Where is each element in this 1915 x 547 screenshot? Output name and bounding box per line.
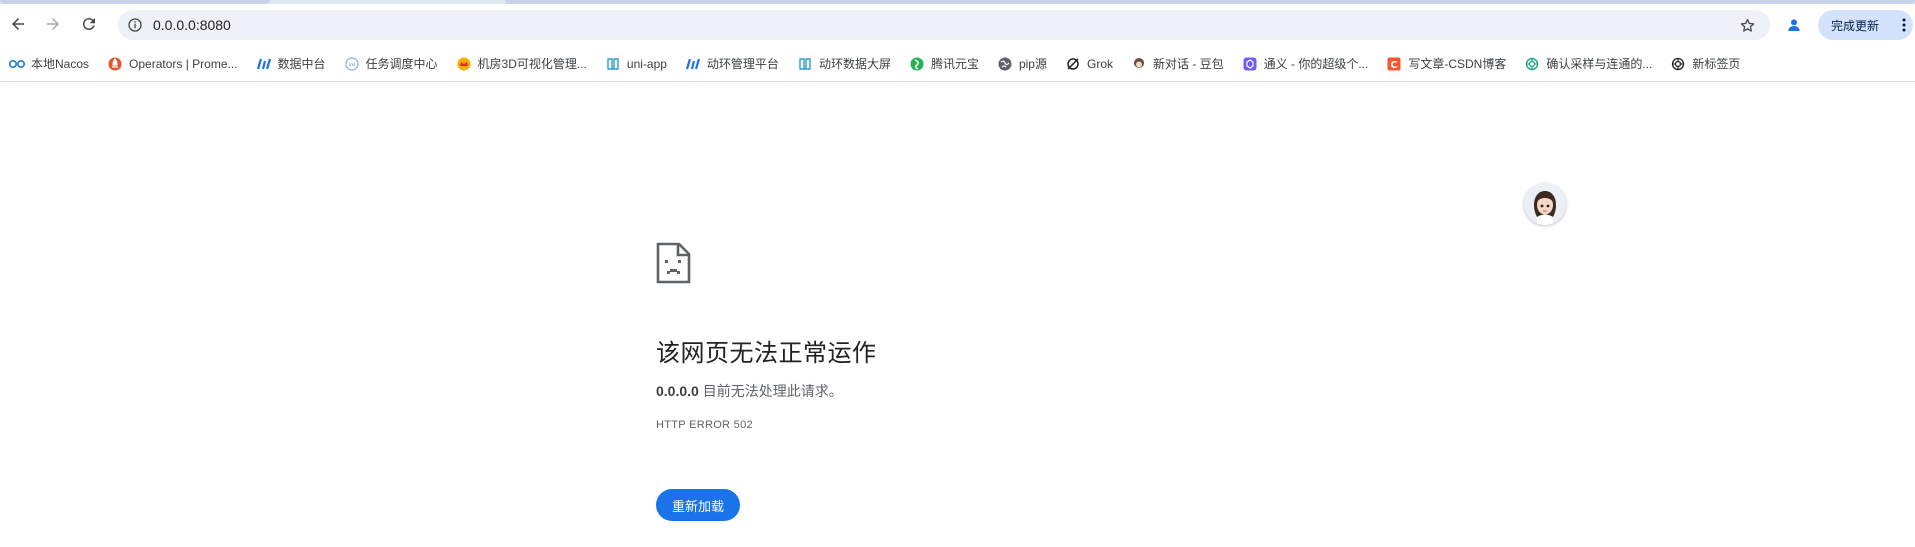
- bookmark-item[interactable]: 确认采样与连通的...: [1522, 51, 1658, 77]
- back-button[interactable]: [6, 12, 30, 36]
- bookmark-label: 新对话 - 豆包: [1153, 57, 1224, 71]
- svg-text:C: C: [1391, 60, 1398, 71]
- bookmark-item[interactable]: 腾讯元宝: [907, 51, 985, 77]
- bookmark-item[interactable]: xxl 任务调度中心: [342, 51, 444, 77]
- reload-button[interactable]: 重新加载: [656, 489, 740, 521]
- bookmark-item[interactable]: Grok: [1063, 51, 1119, 77]
- bookmark-item[interactable]: 通义 - 你的超级个...: [1240, 51, 1375, 77]
- bookmark-item[interactable]: 本地Nacos: [7, 51, 95, 77]
- error-code: HTTP ERROR 502: [656, 419, 753, 431]
- bookmark-item[interactable]: pip源: [995, 51, 1053, 77]
- doubao-icon: [1131, 56, 1147, 72]
- bookmark-item[interactable]: 机房3D可视化管理...: [454, 51, 593, 77]
- openai-icon: [1670, 56, 1686, 72]
- bookmark-item[interactable]: C 写文章-CSDN博客: [1384, 51, 1512, 77]
- bookmark-label: uni-app: [626, 56, 667, 71]
- bookmark-label: 确认采样与连通的...: [1546, 57, 1653, 71]
- bookmark-label: Grok: [1086, 56, 1113, 71]
- reload-toolbar-button[interactable]: [77, 12, 101, 36]
- sad-document-icon: [656, 242, 691, 284]
- error-message: 0.0.0.0 目前无法处理此请求。: [656, 381, 843, 401]
- bookmark-label: 机房3D可视化管理...: [477, 57, 587, 71]
- yuanbao-icon: [909, 56, 925, 72]
- avatar[interactable]: [1524, 183, 1566, 225]
- error-message-text: 目前无法处理此请求。: [698, 383, 843, 399]
- prometheus-icon: [107, 56, 123, 72]
- globe-icon: [997, 56, 1013, 72]
- bookmark-star-icon[interactable]: [1738, 16, 1756, 34]
- bookmark-item[interactable]: 新对话 - 豆包: [1129, 51, 1230, 77]
- bookmark-label: Operators | Prome...: [129, 56, 238, 71]
- crown-icon: [456, 56, 472, 72]
- book-icon: [797, 56, 813, 72]
- bookmark-label: 腾讯元宝: [930, 57, 979, 71]
- bookmark-item[interactable]: 数据中台: [254, 51, 332, 77]
- site-info-icon[interactable]: [126, 16, 144, 34]
- more-menu-icon: [1902, 18, 1906, 32]
- globe-outline-icon: xxl: [344, 56, 360, 72]
- bars-logo-icon: [685, 56, 701, 72]
- refresh-icon: [82, 18, 95, 31]
- csdn-icon: C: [1386, 56, 1402, 72]
- bookmark-item[interactable]: uni-app: [603, 51, 673, 77]
- bars-logo-icon: [256, 56, 272, 72]
- bookmark-label: 通义 - 你的超级个...: [1263, 57, 1369, 71]
- bookmark-label: 新标签页: [1692, 57, 1741, 71]
- error-host: 0.0.0.0: [656, 383, 699, 399]
- bookmark-label: 数据中台: [277, 57, 326, 71]
- grok-icon: [1065, 56, 1081, 72]
- bookmark-item[interactable]: Operators | Prome...: [105, 51, 244, 77]
- url-text[interactable]: 0.0.0.0:8080: [153, 17, 231, 33]
- bookmark-item[interactable]: 动环管理平台: [683, 51, 785, 77]
- bookmark-item[interactable]: 动环数据大屏: [795, 51, 897, 77]
- bookmarks-bar: 本地Nacos Operators | Prome... 数据中台 xxl 任务调度中心…: [0, 46, 1915, 82]
- tongyi-icon: [1242, 56, 1258, 72]
- nacos-icon: [9, 56, 25, 72]
- finish-update-button[interactable]: 完成更新: [1818, 10, 1913, 40]
- bookmark-label: 动环管理平台: [706, 57, 779, 71]
- svg-text:xxl: xxl: [348, 62, 355, 67]
- browser-toolbar: 0.0.0.0:8080 完成更新: [0, 4, 1915, 46]
- arrow-right-icon: [47, 18, 59, 30]
- book-icon: [605, 56, 621, 72]
- openai-icon: [1524, 56, 1540, 72]
- forward-button[interactable]: [41, 12, 65, 36]
- address-bar[interactable]: 0.0.0.0:8080: [118, 10, 1770, 40]
- bookmark-label: 动环数据大屏: [818, 57, 891, 71]
- error-title: 该网页无法正常运作: [656, 340, 877, 367]
- bookmark-item[interactable]: 新标签页: [1668, 51, 1746, 77]
- bookmark-label: pip源: [1018, 57, 1047, 71]
- arrow-left-icon: [12, 18, 24, 30]
- bookmark-label: 写文章-CSDN博客: [1408, 57, 1507, 71]
- finish-update-label: 完成更新: [1831, 18, 1880, 33]
- bookmark-label: 任务调度中心: [365, 57, 438, 71]
- profile-icon[interactable]: [1784, 15, 1804, 35]
- bookmark-label: 本地Nacos: [31, 57, 90, 71]
